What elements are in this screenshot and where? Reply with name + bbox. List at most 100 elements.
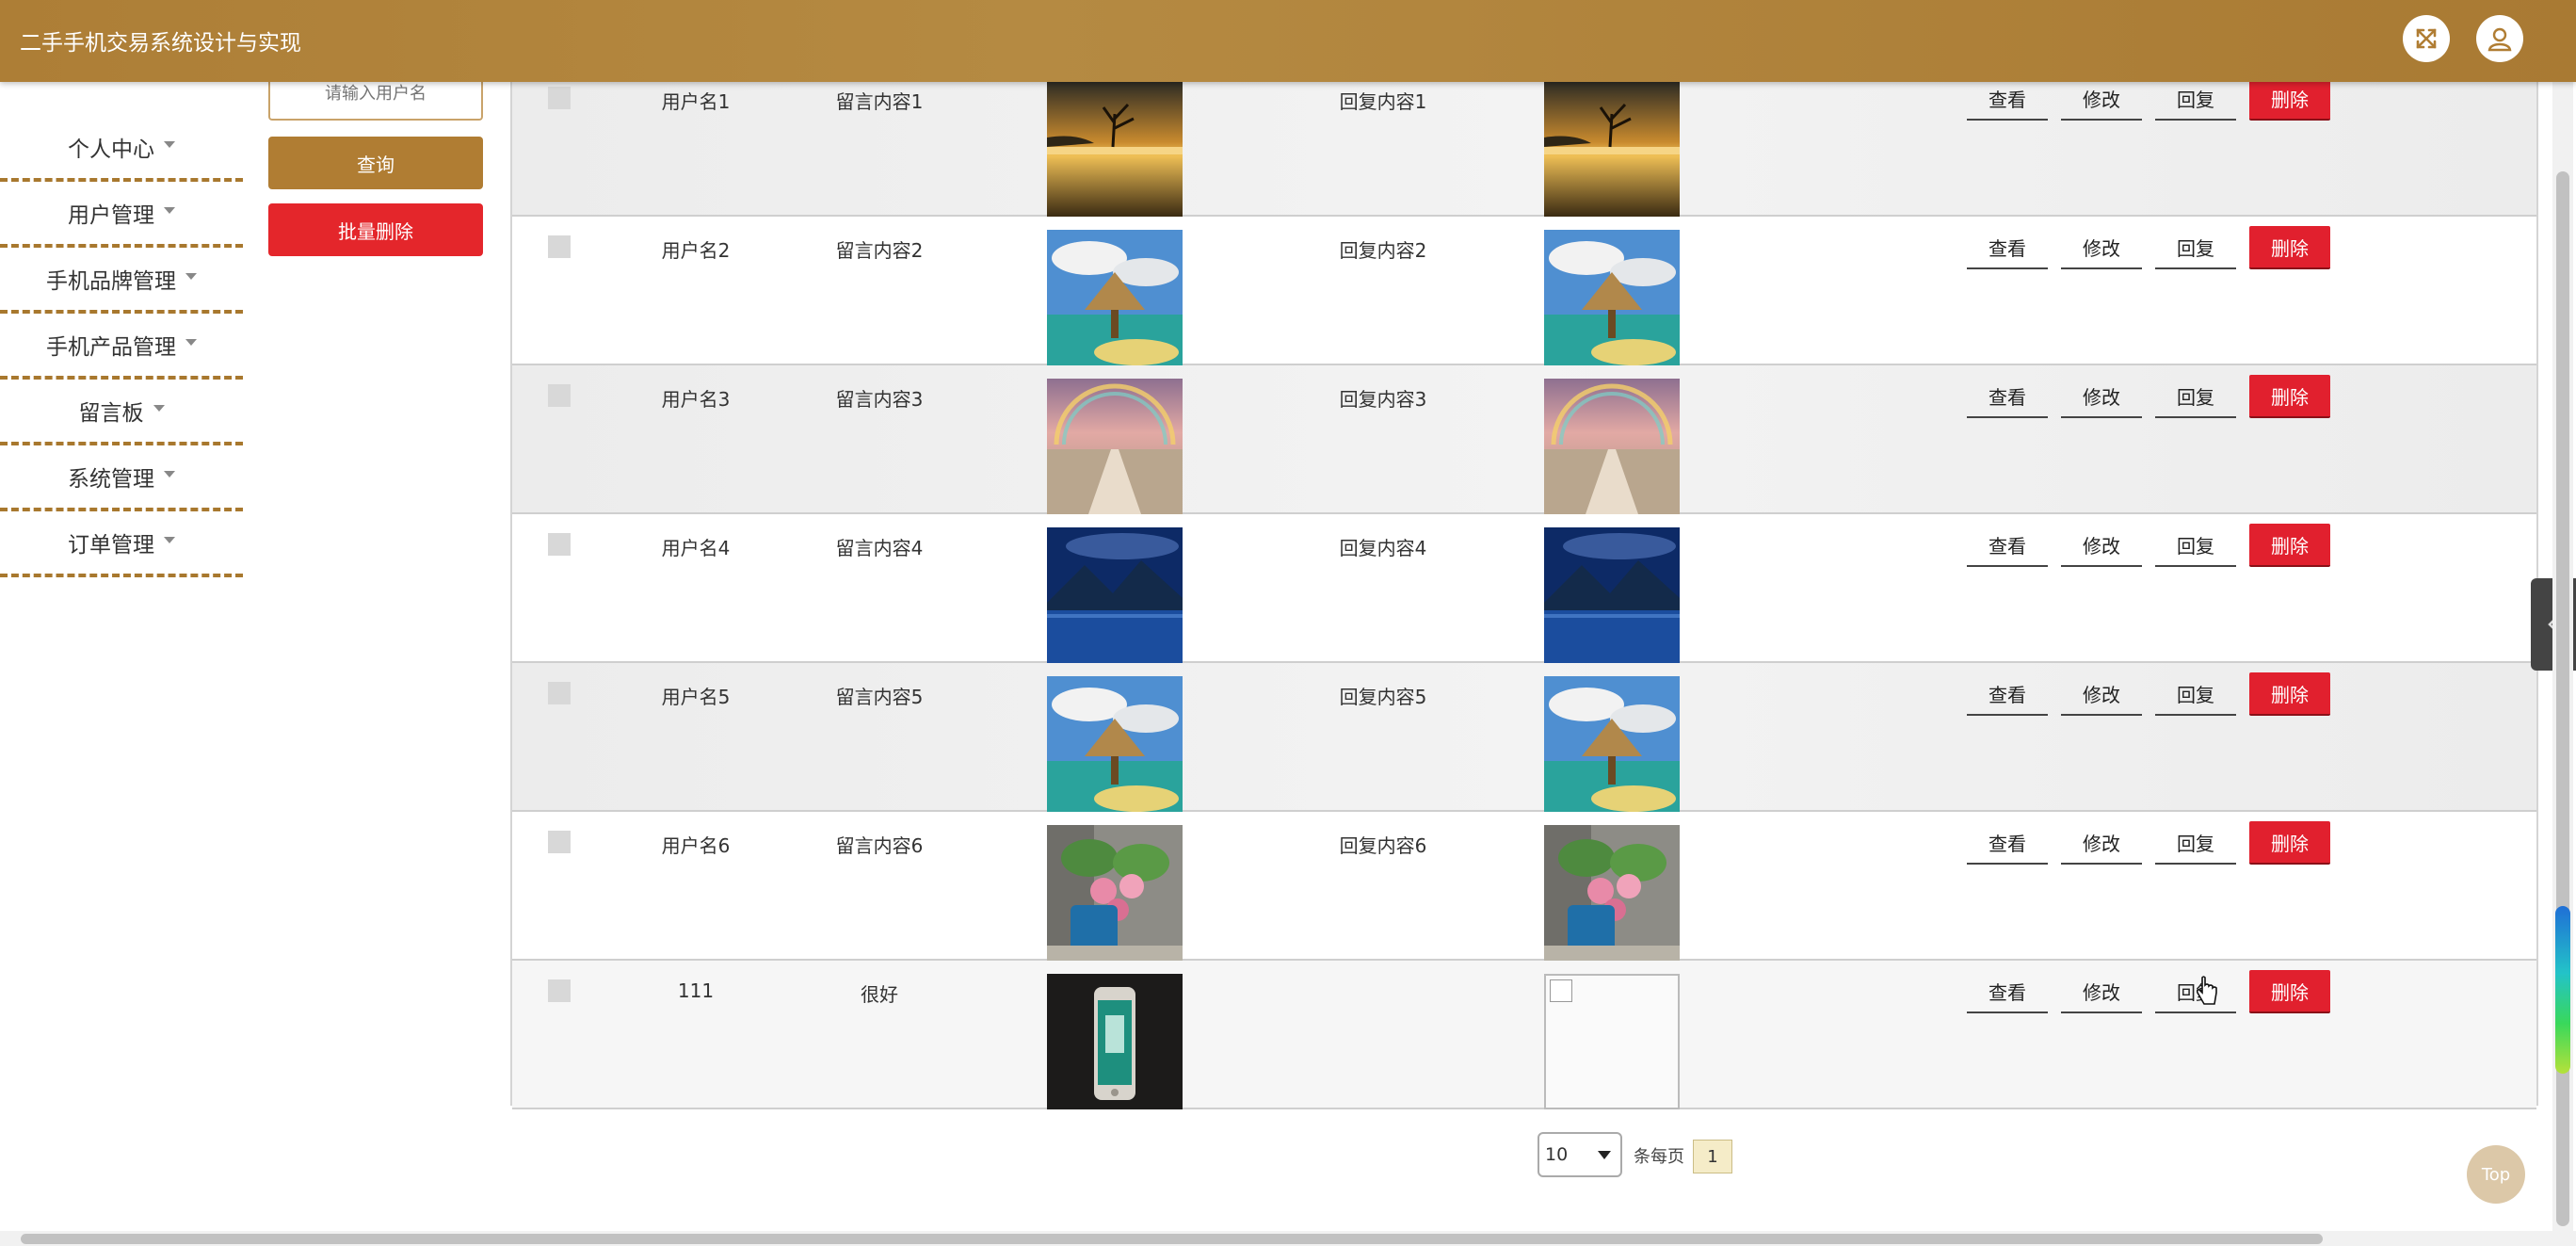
delete-button[interactable]: 删除 <box>2249 821 2330 865</box>
user-avatar-button[interactable] <box>2476 15 2523 62</box>
username-cell: 用户名2 <box>661 239 731 262</box>
edit-button[interactable]: 修改 <box>2061 970 2142 1013</box>
message-cell: 很好 <box>861 983 898 1006</box>
view-button[interactable]: 查看 <box>1967 77 2048 121</box>
message-image <box>1047 230 1183 365</box>
message-image <box>1047 825 1183 961</box>
username-cell: 111 <box>677 979 715 1002</box>
delete-button[interactable]: 删除 <box>2249 375 2330 418</box>
view-button[interactable]: 查看 <box>1967 970 2048 1013</box>
sidebar-item-label: 个人中心 <box>68 138 154 162</box>
caret-down-icon <box>164 536 175 543</box>
app-title: 二手手机交易系统设计与实现 <box>20 31 301 56</box>
caret-down-icon <box>164 206 175 214</box>
row-checkbox[interactable] <box>548 384 571 407</box>
edit-button[interactable]: 修改 <box>2061 672 2142 716</box>
sidebar-item-product-management[interactable]: 手机产品管理 <box>0 314 243 380</box>
message-image <box>1047 81 1183 217</box>
table-row: 用户名6 留言内容6 回复内容6 查看 修改 回复 删除 <box>512 812 2536 961</box>
table-row: 用户名4 留言内容4 回复内容4 查看 修改 回复 删除 <box>512 514 2536 663</box>
edit-button[interactable]: 修改 <box>2061 375 2142 418</box>
message-image <box>1047 974 1183 1109</box>
username-cell: 用户名5 <box>661 686 731 708</box>
reply-button[interactable]: 回复 <box>2155 672 2236 716</box>
sidebar-item-label: 留言板 <box>78 401 144 426</box>
sidebar-item-personal-center[interactable]: 个人中心 <box>0 116 243 182</box>
per-page-label: 条每页 <box>1634 1147 1684 1167</box>
delete-button[interactable]: 删除 <box>2249 524 2330 567</box>
row-checkbox[interactable] <box>548 831 571 853</box>
sidebar-item-brand-management[interactable]: 手机品牌管理 <box>0 248 243 314</box>
table-row: 用户名3 留言内容3 回复内容3 查看 修改 回复 删除 <box>512 365 2536 514</box>
reply-cell: 回复内容5 <box>1339 686 1427 708</box>
fullscreen-button[interactable] <box>2403 15 2450 62</box>
reply-button[interactable]: 回复 <box>2155 821 2236 865</box>
reply-image <box>1544 81 1680 217</box>
edit-button[interactable]: 修改 <box>2061 821 2142 865</box>
sidebar-item-label: 用户管理 <box>68 203 154 228</box>
query-button[interactable]: 查询 <box>268 137 483 189</box>
row-checkbox[interactable] <box>548 235 571 258</box>
page-number-button[interactable]: 1 <box>1693 1140 1732 1173</box>
view-button[interactable]: 查看 <box>1967 375 2048 418</box>
sidebar: 个人中心 用户管理 手机品牌管理 手机产品管理 留言板 系统管理 订单管理 <box>0 82 243 1231</box>
delete-button[interactable]: 删除 <box>2249 77 2330 121</box>
caret-down-icon <box>185 338 197 346</box>
scrollbar-thumb[interactable] <box>21 1234 2323 1244</box>
message-cell: 留言内容5 <box>835 686 924 708</box>
user-icon <box>2487 27 2512 52</box>
edit-button[interactable]: 修改 <box>2061 77 2142 121</box>
chevron-down-icon <box>1598 1150 1611 1159</box>
reply-button[interactable]: 回复 <box>2155 375 2236 418</box>
view-button[interactable]: 查看 <box>1967 821 2048 865</box>
reply-button[interactable]: 回复 <box>2155 77 2236 121</box>
view-button[interactable]: 查看 <box>1967 672 2048 716</box>
edit-button[interactable]: 修改 <box>2061 226 2142 269</box>
fullscreen-icon <box>2416 28 2437 49</box>
view-button[interactable]: 查看 <box>1967 524 2048 567</box>
back-to-top-button[interactable]: Top <box>2467 1145 2525 1204</box>
table-row: 111 很好 查看 修改 回复 删除 <box>512 961 2536 1109</box>
reply-image <box>1544 676 1680 812</box>
sidebar-item-label: 订单管理 <box>68 533 154 558</box>
edit-button[interactable]: 修改 <box>2061 524 2142 567</box>
delete-button[interactable]: 删除 <box>2249 970 2330 1013</box>
reply-image <box>1544 825 1680 961</box>
table-row: 用户名5 留言内容5 回复内容5 查看 修改 回复 删除 <box>512 663 2536 812</box>
caret-down-icon <box>164 140 175 148</box>
reply-image <box>1544 379 1680 514</box>
sidebar-item-system-management[interactable]: 系统管理 <box>0 445 243 511</box>
app-header: 二手手机交易系统设计与实现 <box>0 0 2576 82</box>
page-size-value: 10 <box>1545 1144 1569 1165</box>
message-table: 用户名1 留言内容1 回复内容1 查看 修改 回复 删除 用户名2 留言内容2 <box>510 68 2538 1109</box>
row-checkbox[interactable] <box>548 682 571 704</box>
row-checkbox[interactable] <box>548 87 571 109</box>
page-size-select[interactable]: 10 <box>1538 1132 1622 1177</box>
message-cell: 留言内容2 <box>835 239 924 262</box>
reply-image <box>1544 230 1680 365</box>
sidebar-item-user-management[interactable]: 用户管理 <box>0 182 243 248</box>
sidebar-item-order-management[interactable]: 订单管理 <box>0 511 243 577</box>
reply-cell: 回复内容3 <box>1339 388 1427 411</box>
delete-button[interactable]: 删除 <box>2249 672 2330 716</box>
scroll-indicator <box>2555 906 2570 1074</box>
message-cell: 留言内容1 <box>835 90 924 113</box>
table-row: 用户名2 留言内容2 回复内容2 查看 修改 回复 删除 <box>512 217 2536 365</box>
row-checkbox[interactable] <box>548 979 571 1002</box>
delete-button[interactable]: 删除 <box>2249 226 2330 269</box>
view-button[interactable]: 查看 <box>1967 226 2048 269</box>
batch-delete-button[interactable]: 批量删除 <box>268 203 483 256</box>
reply-button[interactable]: 回复 <box>2155 524 2236 567</box>
sidebar-item-label: 手机产品管理 <box>46 335 176 360</box>
horizontal-scrollbar[interactable] <box>0 1231 2576 1246</box>
broken-image-placeholder <box>1544 974 1680 1109</box>
caret-down-icon <box>153 404 165 412</box>
reply-image <box>1544 527 1680 663</box>
reply-button[interactable]: 回复 <box>2155 226 2236 269</box>
broken-image-icon <box>1550 979 1572 1002</box>
vertical-scrollbar[interactable] <box>2552 82 2573 1231</box>
sidebar-item-message-board[interactable]: 留言板 <box>0 380 243 445</box>
row-checkbox[interactable] <box>548 533 571 556</box>
username-cell: 用户名4 <box>661 537 731 559</box>
table-row: 用户名1 留言内容1 回复内容1 查看 修改 回复 删除 <box>512 68 2536 217</box>
